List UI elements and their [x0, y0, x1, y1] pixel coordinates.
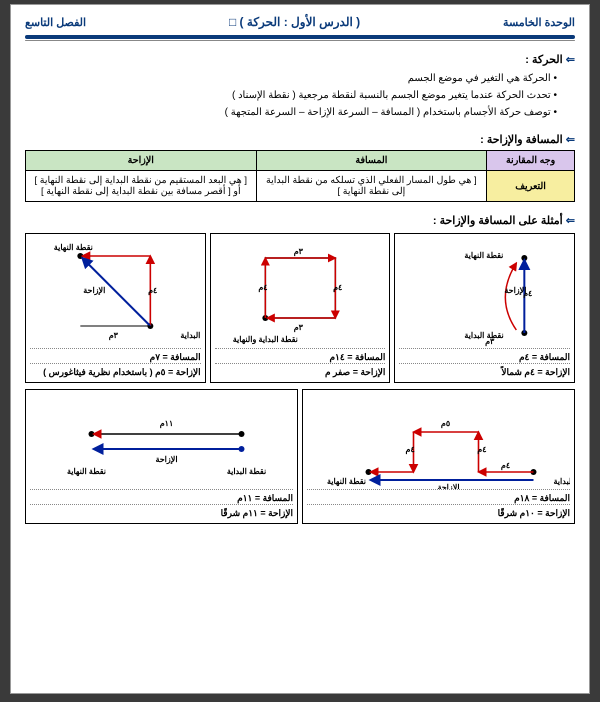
- lbl: ٣م: [109, 331, 119, 341]
- diagram-1: ٤م ٣م نقطة البداية نقطة النهاية الإزاحة: [399, 238, 570, 348]
- distance-value: المسافة = ٤م: [519, 352, 570, 363]
- end-label: نقطة النهاية: [54, 243, 93, 253]
- disp-value: الإزاحة = ٥م ( باستخدام نظرية فيثاغورس ): [43, 367, 201, 378]
- examples-row-2: ٤م ٤م ٥م ٤م الإزاحة نقطة البداية نقطة ال…: [25, 389, 575, 524]
- chapter-label: الفصل التاسع: [25, 16, 86, 29]
- start-end-label: نقطة البداية والنهاية: [232, 335, 297, 345]
- disp-label: الإزاحة: [437, 483, 459, 489]
- bullet: تحدث الحركة عندما يتغير موضع الجسم بالنس…: [25, 87, 557, 104]
- example-1: ٤م ٣م نقطة البداية نقطة النهاية الإزاحة …: [394, 233, 575, 383]
- bullet: الحركة هي التغير في موضع الجسم: [25, 70, 557, 87]
- examples: ٤م ٣م نقطة البداية نقطة النهاية الإزاحة …: [25, 233, 575, 524]
- bullet: توصف حركة الأجسام باستخدام ( المسافة – ا…: [25, 104, 557, 121]
- start-label: نقطة البداية: [180, 331, 200, 340]
- section-examples-title: أمثلة على المسافة والإزاحة :: [25, 214, 575, 227]
- end-label: نقطة النهاية: [465, 251, 504, 261]
- disp-value: الإزاحة = ١١م شرقًا: [221, 508, 293, 519]
- start-label: نقطة البداية: [227, 467, 266, 476]
- distance-value: المسافة = ٧م: [150, 352, 201, 363]
- lbl: ٤م: [406, 445, 415, 455]
- disp-value: الإزاحة = صفر م: [325, 367, 385, 378]
- distance-value: المسافة = ١١م: [237, 493, 293, 504]
- lbl: ٤م: [501, 461, 510, 471]
- cmp-row-label: التعريف: [487, 171, 575, 202]
- diagram-5: ١١م الإزاحة نقطة البداية نقطة النهاية: [30, 394, 293, 489]
- disp-value: الإزاحة = ١٠م شرقًا: [498, 508, 570, 519]
- lbl: ٣م: [293, 323, 303, 333]
- cmp-def-disp: [ هي البعد المستقيم من نقطة البداية إلى …: [26, 171, 257, 202]
- lbl: ٥م: [441, 419, 450, 429]
- example-3: ٤م ٣م الإزاحة نقطة البداية نقطة النهاية …: [25, 233, 206, 383]
- compare-table: وجه المقارنة المسافة الإزاحة التعريف [ ه…: [25, 150, 575, 202]
- cmp-col-disp: الإزاحة: [26, 151, 257, 171]
- motion-bullets: الحركة هي التغير في موضع الجسم تحدث الحر…: [25, 70, 575, 121]
- end-label: نقطة النهاية: [327, 477, 366, 487]
- lesson-title: ( الدرس الأول : الحركة ) □: [229, 15, 360, 29]
- lbl: ٤م: [333, 283, 342, 293]
- page-header: الوحدة الخامسة ( الدرس الأول : الحركة ) …: [25, 15, 575, 29]
- disp-label: الإزاحة: [83, 286, 105, 296]
- lbl: ٤م: [258, 283, 267, 293]
- example-5: ١١م الإزاحة نقطة البداية نقطة النهاية ال…: [25, 389, 298, 524]
- distance-value: المسافة = ١٨م: [514, 493, 570, 504]
- disp-label: الإزاحة: [505, 286, 527, 296]
- divider: [25, 35, 575, 39]
- cmp-corner: وجه المقارنة: [487, 151, 575, 171]
- disp-label: الإزاحة: [155, 455, 177, 465]
- lbl: ٤م: [477, 445, 486, 455]
- section-distance-title: المسافة والإزاحة :: [25, 133, 575, 146]
- lbl: ٤م: [148, 286, 157, 296]
- lbl: ٣م: [293, 247, 303, 257]
- distance-value: المسافة = ١٤م: [329, 352, 385, 363]
- example-4: ٤م ٤م ٥م ٤م الإزاحة نقطة البداية نقطة ال…: [302, 389, 575, 524]
- section-motion-title: الحركة :: [25, 53, 575, 66]
- result: المسافة = ٤م: [399, 348, 570, 363]
- diagram-3: ٤م ٣م الإزاحة نقطة البداية نقطة النهاية: [30, 238, 201, 348]
- diagram-4: ٤م ٤م ٥م ٤م الإزاحة نقطة البداية نقطة ال…: [307, 394, 570, 489]
- unit-label: الوحدة الخامسة: [503, 16, 575, 29]
- diagram-2: ٣م ٤م ٤م ٣م نقطة البداية والنهاية: [215, 238, 386, 348]
- lbl: ١١م: [160, 419, 174, 429]
- cmp-col-distance: المسافة: [256, 151, 487, 171]
- result: الإزاحة = ٤م شمالاً: [399, 363, 570, 378]
- divider-thin: [25, 40, 575, 41]
- start-label: نقطة البداية: [554, 477, 571, 486]
- end-label: نقطة النهاية: [67, 467, 106, 477]
- cmp-def-distance: [ هي طول المسار الفعلي الذي تسلكه من نقط…: [256, 171, 487, 202]
- page: الوحدة الخامسة ( الدرس الأول : الحركة ) …: [10, 4, 590, 694]
- example-2: ٣م ٤م ٤م ٣م نقطة البداية والنهاية المساف…: [210, 233, 391, 383]
- disp-value: الإزاحة = ٤م شمالاً: [501, 367, 570, 378]
- start-label: نقطة البداية: [465, 331, 504, 340]
- examples-row-1: ٤م ٣م نقطة البداية نقطة النهاية الإزاحة …: [25, 233, 575, 383]
